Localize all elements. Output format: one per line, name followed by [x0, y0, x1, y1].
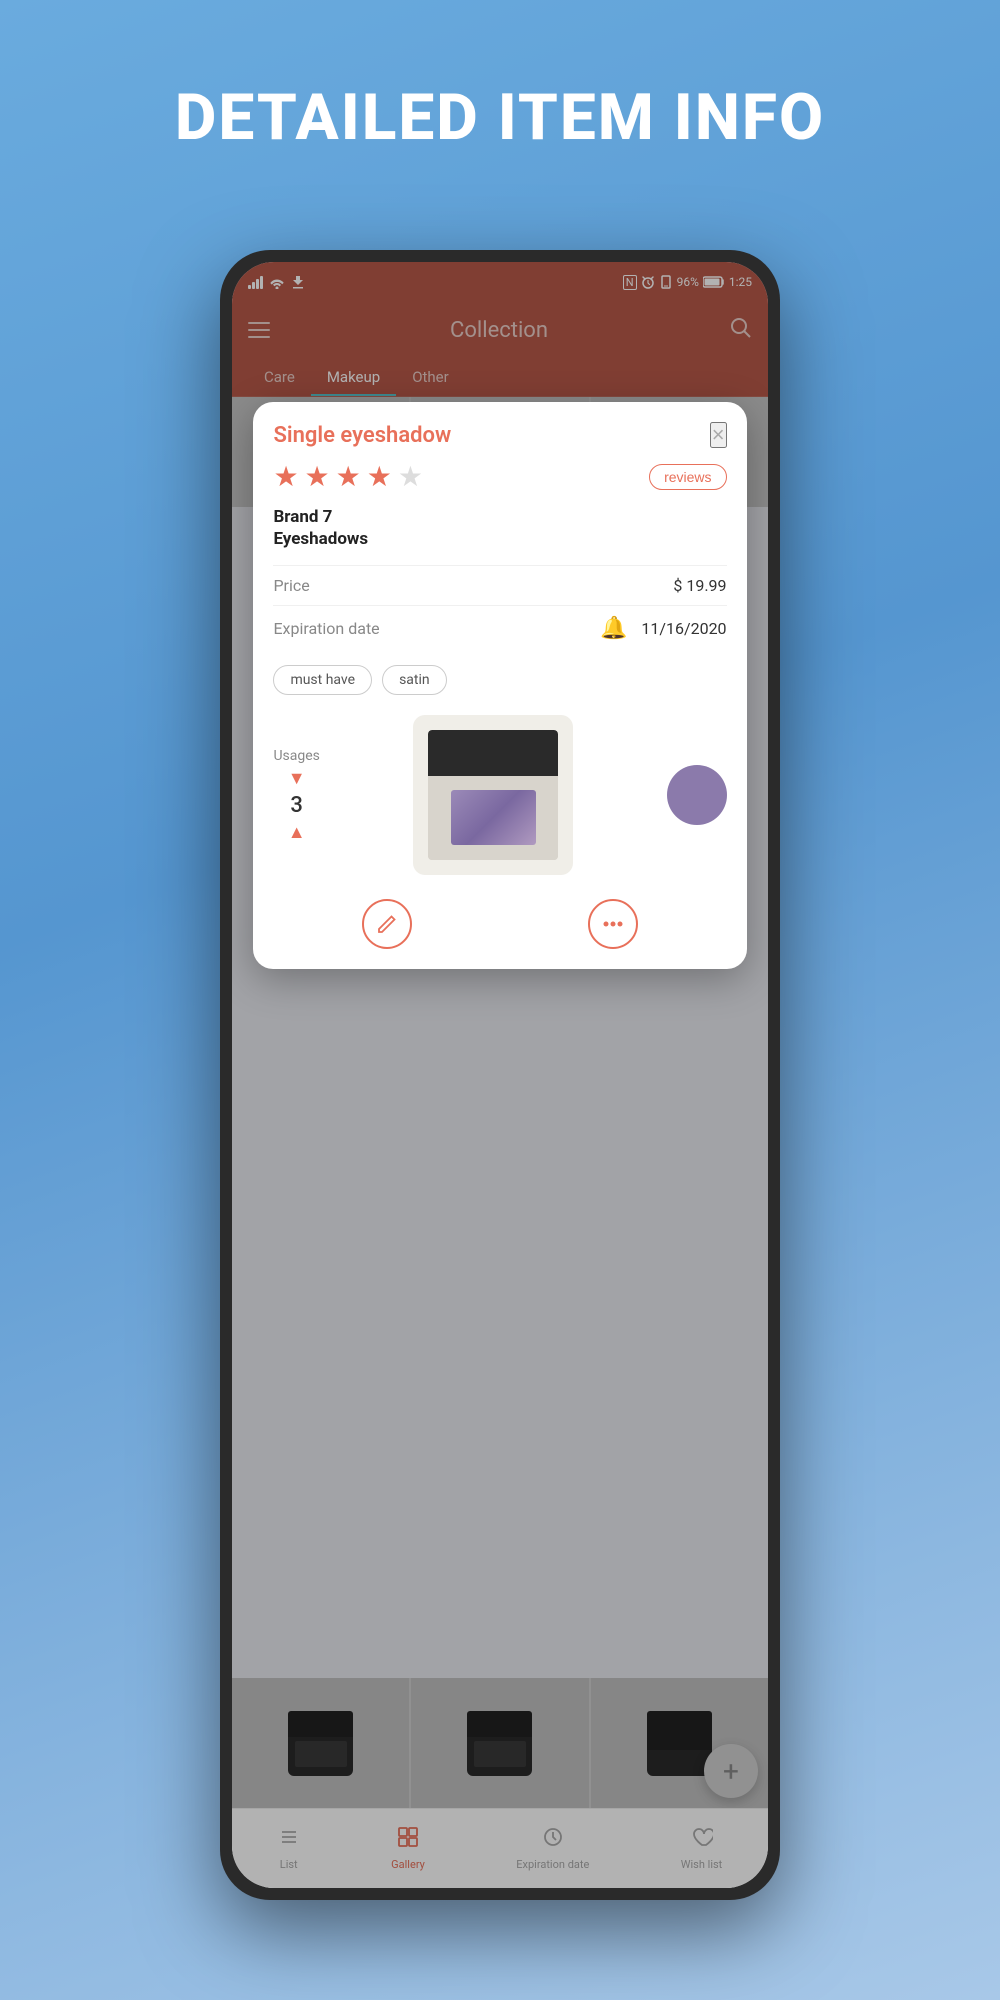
product-category: Eyeshadows — [273, 529, 726, 549]
tag-must-have[interactable]: must have — [273, 665, 372, 695]
eyeshadow-image — [428, 730, 558, 860]
price-value: $ 19.99 — [673, 576, 726, 595]
eyeshadow-pan — [451, 790, 536, 845]
price-row: Price $ 19.99 — [273, 565, 726, 605]
star-2[interactable]: ★ — [305, 460, 330, 493]
phone-frame: N 96% 1:25 — [220, 250, 780, 1900]
edit-button[interactable] — [362, 899, 412, 949]
color-swatch[interactable] — [667, 765, 727, 825]
modal-header: Single eyeshadow × — [273, 422, 726, 448]
modal-overlay: Single eyeshadow × ★ ★ ★ ★ ★ reviews Bra… — [232, 262, 768, 1888]
product-brand: Brand 7 — [273, 507, 726, 527]
product-image — [413, 715, 573, 875]
tag-satin[interactable]: satin — [382, 665, 447, 695]
expiry-row: Expiration date 🔔 11/16/2020 — [273, 605, 726, 651]
product-base — [428, 776, 558, 861]
phone-screen: N 96% 1:25 — [232, 262, 768, 1888]
star-4[interactable]: ★ — [367, 460, 392, 493]
expiry-value: 11/16/2020 — [641, 619, 726, 638]
usages-label: Usages — [273, 748, 319, 764]
decrease-usage-button[interactable]: ▼ — [288, 768, 306, 789]
reviews-button[interactable]: reviews — [649, 464, 726, 490]
rating-row: ★ ★ ★ ★ ★ reviews — [273, 460, 726, 493]
product-area: Usages ▼ 3 ▲ — [273, 715, 726, 875]
modal-title: Single eyeshadow — [273, 423, 451, 448]
bell-icon[interactable]: 🔔 — [600, 616, 627, 641]
star-1[interactable]: ★ — [273, 460, 298, 493]
item-detail-modal: Single eyeshadow × ★ ★ ★ ★ ★ reviews Bra… — [253, 402, 746, 969]
page-title: DETAILED ITEM INFO — [0, 0, 1000, 155]
more-options-button[interactable] — [588, 899, 638, 949]
expiry-value-group: 🔔 11/16/2020 — [600, 616, 727, 641]
usages-value: 3 — [290, 793, 303, 818]
close-button[interactable]: × — [710, 422, 727, 448]
usage-counter: Usages ▼ 3 ▲ — [273, 748, 319, 843]
product-lid — [428, 730, 558, 776]
action-buttons — [273, 891, 726, 949]
tags-row: must have satin — [273, 665, 726, 695]
star-3[interactable]: ★ — [336, 460, 361, 493]
star-5[interactable]: ★ — [398, 460, 423, 493]
page-background: DETAILED ITEM INFO N — [0, 0, 1000, 155]
increase-usage-button[interactable]: ▲ — [288, 822, 306, 843]
price-label: Price — [273, 576, 309, 595]
expiry-label: Expiration date — [273, 619, 379, 638]
